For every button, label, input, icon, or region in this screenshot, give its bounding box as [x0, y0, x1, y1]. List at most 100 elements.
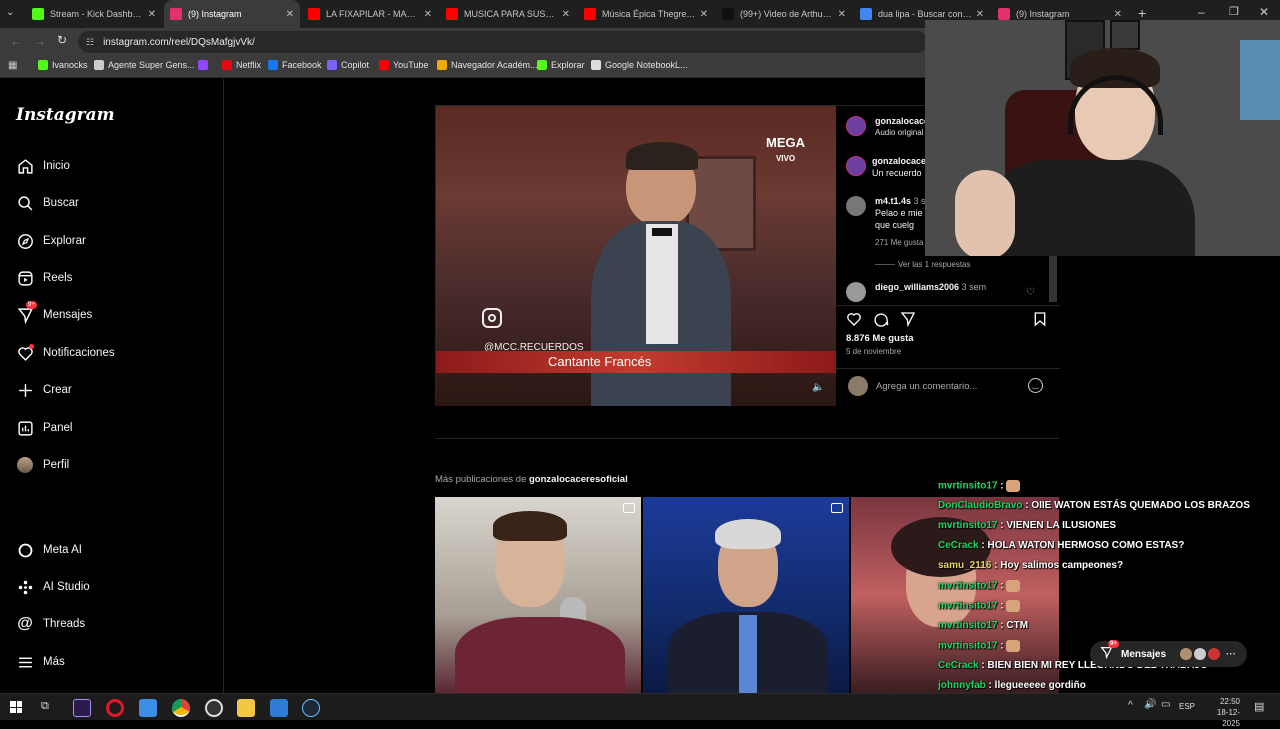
like-icon[interactable]	[846, 311, 862, 332]
obs-icon[interactable]	[205, 699, 223, 717]
bookmark-item[interactable]: Google NotebookL...	[591, 60, 688, 70]
more-posts-user[interactable]: gonzalocaceresoficial	[529, 474, 628, 485]
browser-tab[interactable]: Música Épica Thegrefg - Y ✕	[578, 2, 714, 26]
reload-icon[interactable]: ↻	[57, 33, 67, 47]
nav-messages[interactable]: 9+ Mensajes	[16, 301, 92, 327]
bookmark-item[interactable]: Ivanocks	[38, 60, 88, 70]
share-icon[interactable]	[900, 311, 916, 332]
close-tab-icon[interactable]: ✕	[976, 9, 984, 20]
close-window-icon[interactable]: ✕	[1259, 5, 1269, 19]
browser-tab[interactable]: (99+) Video de Arthur Lim ✕	[716, 2, 852, 26]
nav-meta-ai[interactable]: Meta AI	[16, 538, 82, 562]
chat-username: mvrtinsito17	[938, 580, 998, 592]
nav-create[interactable]: Crear	[16, 378, 72, 402]
more-post-2[interactable]	[643, 497, 849, 693]
photos-icon[interactable]	[270, 699, 288, 717]
author-avatar[interactable]	[846, 116, 866, 136]
nav-home[interactable]: Inicio	[16, 154, 70, 178]
bookmark-item[interactable]: YouTube	[379, 60, 428, 70]
instagram-logo[interactable]: Instagram	[16, 105, 115, 125]
likes-count[interactable]: 8.876 Me gusta	[846, 333, 914, 344]
close-tab-icon[interactable]: ✕	[838, 9, 846, 20]
save-icon[interactable]	[1032, 311, 1048, 332]
reel-video[interactable]: MEGA VIVO @MCC.RECUERDOS Cantante Francé…	[436, 106, 836, 406]
nav-search[interactable]: Buscar	[16, 191, 79, 215]
clock[interactable]: 22:50 18-12-2025	[1200, 696, 1240, 729]
chrome-icon[interactable]	[172, 699, 190, 717]
bookmark-item[interactable]	[198, 60, 212, 70]
close-tab-icon[interactable]: ✕	[1114, 9, 1122, 20]
nav-more[interactable]: Más	[16, 650, 65, 674]
nav-ai-studio[interactable]: AI Studio	[16, 575, 90, 599]
nav-explore[interactable]: Explorar	[16, 229, 86, 253]
volume-icon[interactable]: 🔈	[812, 382, 824, 393]
bookmark-item[interactable]: Netflix	[222, 60, 261, 70]
apps-icon[interactable]: ▦	[8, 60, 17, 71]
volume-tray-icon[interactable]: 🔊	[1144, 699, 1156, 710]
windows-start-icon[interactable]	[10, 701, 22, 713]
file-explorer-icon[interactable]	[237, 699, 255, 717]
notification-center-icon[interactable]: ▤	[1254, 700, 1264, 713]
site-info-icon[interactable]: ☷	[86, 37, 94, 48]
caption-author[interactable]: gonzalocace	[872, 156, 926, 166]
close-tab-icon[interactable]: ✕	[424, 9, 432, 20]
comment1-likes[interactable]: 271 Me gusta	[875, 238, 923, 247]
url-input[interactable]: ☷ instagram.com/reel/DQsMafgjvVk/	[78, 31, 928, 53]
audio-label[interactable]: Audio original	[875, 128, 923, 137]
network-icon[interactable]: ▭	[1161, 699, 1170, 710]
bookmark-item[interactable]: Facebook	[268, 60, 322, 70]
new-tab-icon[interactable]: +	[1138, 5, 1146, 21]
close-tab-icon[interactable]: ✕	[700, 9, 708, 20]
restore-icon[interactable]: ❐	[1229, 5, 1239, 18]
browser-tab[interactable]: LA FIXAPILAR - MAMBITO ✕	[302, 2, 438, 26]
nav-notifications[interactable]: Notificaciones	[16, 341, 115, 365]
nav-panel[interactable]: Panel	[16, 416, 72, 440]
close-tab-icon[interactable]: ✕	[148, 9, 156, 20]
chat-username: CeCrack	[938, 660, 979, 671]
language-indicator[interactable]: ESP	[1179, 702, 1195, 711]
messages-pill[interactable]: 9+ Mensajes ···	[1090, 640, 1247, 667]
avatar	[1194, 648, 1207, 660]
minimize-icon[interactable]: –	[1198, 5, 1205, 19]
comment-divider	[836, 368, 1060, 369]
comment2-like-icon[interactable]: ♡	[1026, 287, 1035, 298]
author-name[interactable]: gonzalocace	[875, 116, 929, 126]
bookmark-item[interactable]: Explorar	[537, 60, 585, 70]
task-view-icon[interactable]: ⧉	[41, 700, 49, 713]
close-tab-icon[interactable]: ✕	[286, 9, 294, 20]
bookmark-item[interactable]: Copilot	[327, 60, 369, 70]
opera-icon[interactable]	[106, 699, 124, 717]
caption-avatar	[846, 156, 866, 176]
nav-profile[interactable]: Perfil	[16, 453, 69, 477]
chat-text: llegueeeee gordiño	[994, 680, 1086, 691]
tray-chevron-icon[interactable]: ^	[1128, 700, 1133, 711]
bookmark-item[interactable]: Navegador Académ...	[437, 60, 538, 70]
comment-input[interactable]: Agrega un comentario...	[876, 381, 977, 392]
comments-scrollbar[interactable]	[1049, 256, 1057, 302]
nav-threads[interactable]: @ Threads	[16, 612, 85, 636]
steam-icon[interactable]	[302, 699, 320, 717]
chat-separator: :	[997, 600, 1007, 612]
view-replies-link[interactable]: Ver las 1 respuestas	[898, 260, 970, 269]
back-icon[interactable]: ←	[10, 34, 22, 48]
pin-app-icon[interactable]	[139, 699, 157, 717]
bookmark-icon	[379, 60, 389, 70]
bookmark-item[interactable]: Agente Super Gens...	[94, 60, 195, 70]
more-posts-heading: Más publicaciones de gonzalocaceresofici…	[435, 474, 628, 485]
comment1-user[interactable]: m4.t1.4s 3 se	[875, 196, 931, 206]
more-post-1[interactable]	[435, 497, 641, 693]
browser-tab[interactable]: (9) Instagram ✕	[164, 0, 300, 28]
tab-list-icon[interactable]: ⌄	[6, 7, 14, 18]
comment1-user-name: m4.t1.4s	[875, 196, 912, 206]
browser-tab[interactable]: MUSICA PARA SUSPENSO ✕	[440, 2, 576, 26]
browser-tab[interactable]: Stream - Kick Dashboard ✕	[26, 2, 162, 26]
kick-icon	[32, 8, 44, 20]
comment2-user[interactable]: diego_williams2006 3 sem	[875, 282, 986, 292]
nav-reels[interactable]: Reels	[16, 266, 72, 290]
emoji-icon[interactable]: ‿	[1028, 378, 1043, 393]
after-effects-icon[interactable]	[73, 699, 91, 717]
ai-studio-icon	[16, 578, 34, 596]
forward-icon[interactable]: →	[34, 34, 46, 48]
close-tab-icon[interactable]: ✕	[562, 9, 570, 20]
comment-icon[interactable]	[873, 311, 889, 332]
